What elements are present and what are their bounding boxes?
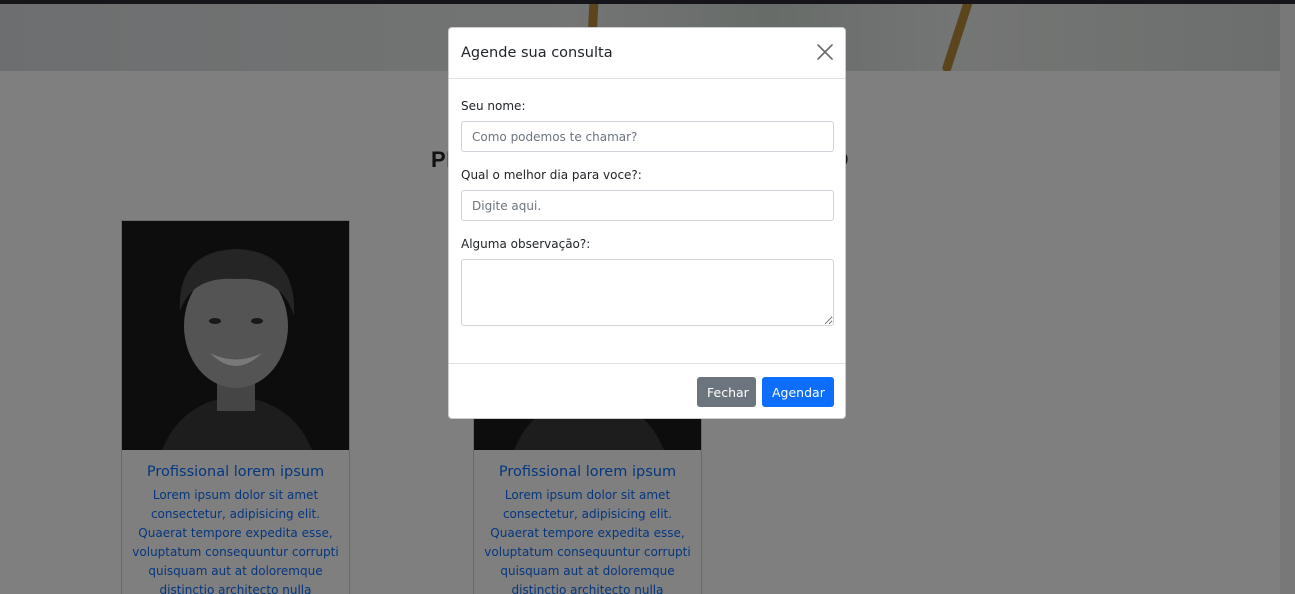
day-input[interactable] [461, 190, 834, 221]
schedule-button[interactable]: Agendar [762, 377, 834, 407]
modal-footer: Fechar Agendar [449, 364, 845, 420]
close-button[interactable]: Fechar [697, 377, 756, 407]
name-field-group: Seu nome: [461, 99, 834, 152]
modal-title: Agende sua consulta [461, 45, 613, 61]
day-field-group: Qual o melhor dia para voce?: [461, 168, 834, 221]
notes-label: Alguma observação?: [461, 237, 591, 251]
close-icon[interactable] [815, 42, 835, 62]
day-label: Qual o melhor dia para voce?: [461, 168, 642, 182]
appointment-modal: Agende sua consulta Seu nome: Qual o mel… [448, 27, 846, 419]
notes-field-group: Alguma observação?: [461, 237, 834, 330]
modal-body: Seu nome: Qual o melhor dia para voce?: … [449, 79, 845, 364]
name-label: Seu nome: [461, 99, 526, 113]
modal-header: Agende sua consulta [449, 28, 845, 79]
name-input[interactable] [461, 121, 834, 152]
notes-textarea[interactable] [461, 259, 834, 326]
